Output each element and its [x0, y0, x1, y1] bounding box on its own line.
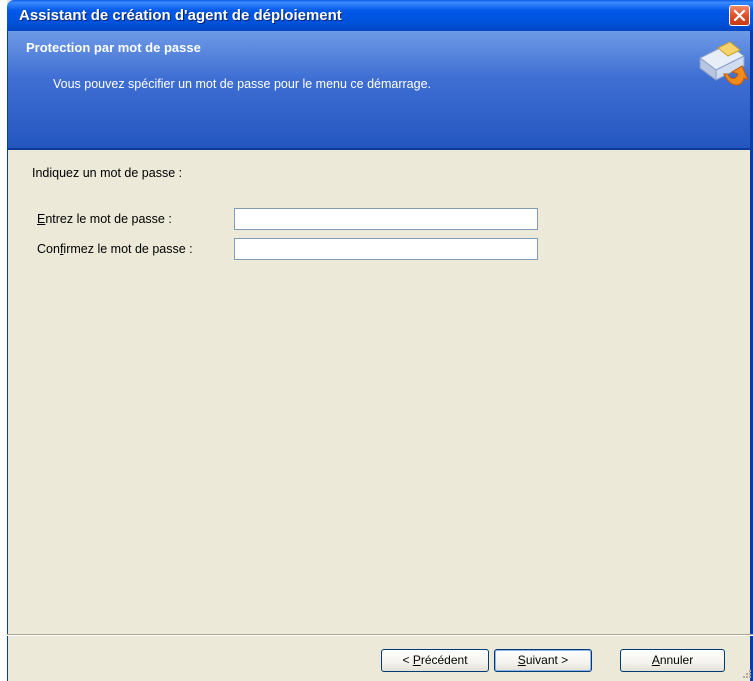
- next-button-accesskey: S: [517, 653, 526, 667]
- confirm-label-text: irmez le mot de passe :: [63, 242, 193, 256]
- confirm-password-label: Confirmez le mot de passe :: [37, 242, 193, 256]
- resize-grip-icon[interactable]: [742, 669, 752, 679]
- back-button[interactable]: < Précédent: [381, 649, 489, 672]
- password-input[interactable]: [234, 208, 538, 230]
- close-icon: [733, 9, 746, 22]
- disk-arrow-icon: [699, 41, 748, 86]
- page-title: Protection par mot de passe: [26, 40, 201, 55]
- title-bar[interactable]: Assistant de création d'agent de déploie…: [7, 0, 753, 31]
- back-button-pre: <: [402, 653, 413, 667]
- password-prompt: Indiquez un mot de passe :: [32, 166, 183, 180]
- close-button[interactable]: [729, 5, 750, 26]
- confirm-label-pre: Con: [37, 242, 60, 256]
- cancel-button-accesskey: A: [651, 653, 660, 667]
- page-subtitle: Vous pouvez spécifier un mot de passe po…: [53, 77, 431, 91]
- back-button-accesskey: P: [412, 653, 421, 667]
- back-button-text: récédent: [420, 653, 468, 667]
- cancel-button-text: nnuler: [659, 653, 694, 667]
- wizard-window: Assistant de création d'agent de déploie…: [7, 0, 753, 681]
- next-button[interactable]: Suivant >: [494, 649, 592, 672]
- cancel-button[interactable]: Annuler: [620, 649, 725, 672]
- next-button-text: uivant >: [525, 653, 569, 667]
- confirm-password-input[interactable]: [234, 238, 538, 260]
- password-label: Entrez le mot de passe :: [37, 212, 172, 226]
- window-title: Assistant de création d'agent de déploie…: [19, 7, 342, 24]
- password-label-text: ntrez le mot de passe :: [45, 212, 172, 226]
